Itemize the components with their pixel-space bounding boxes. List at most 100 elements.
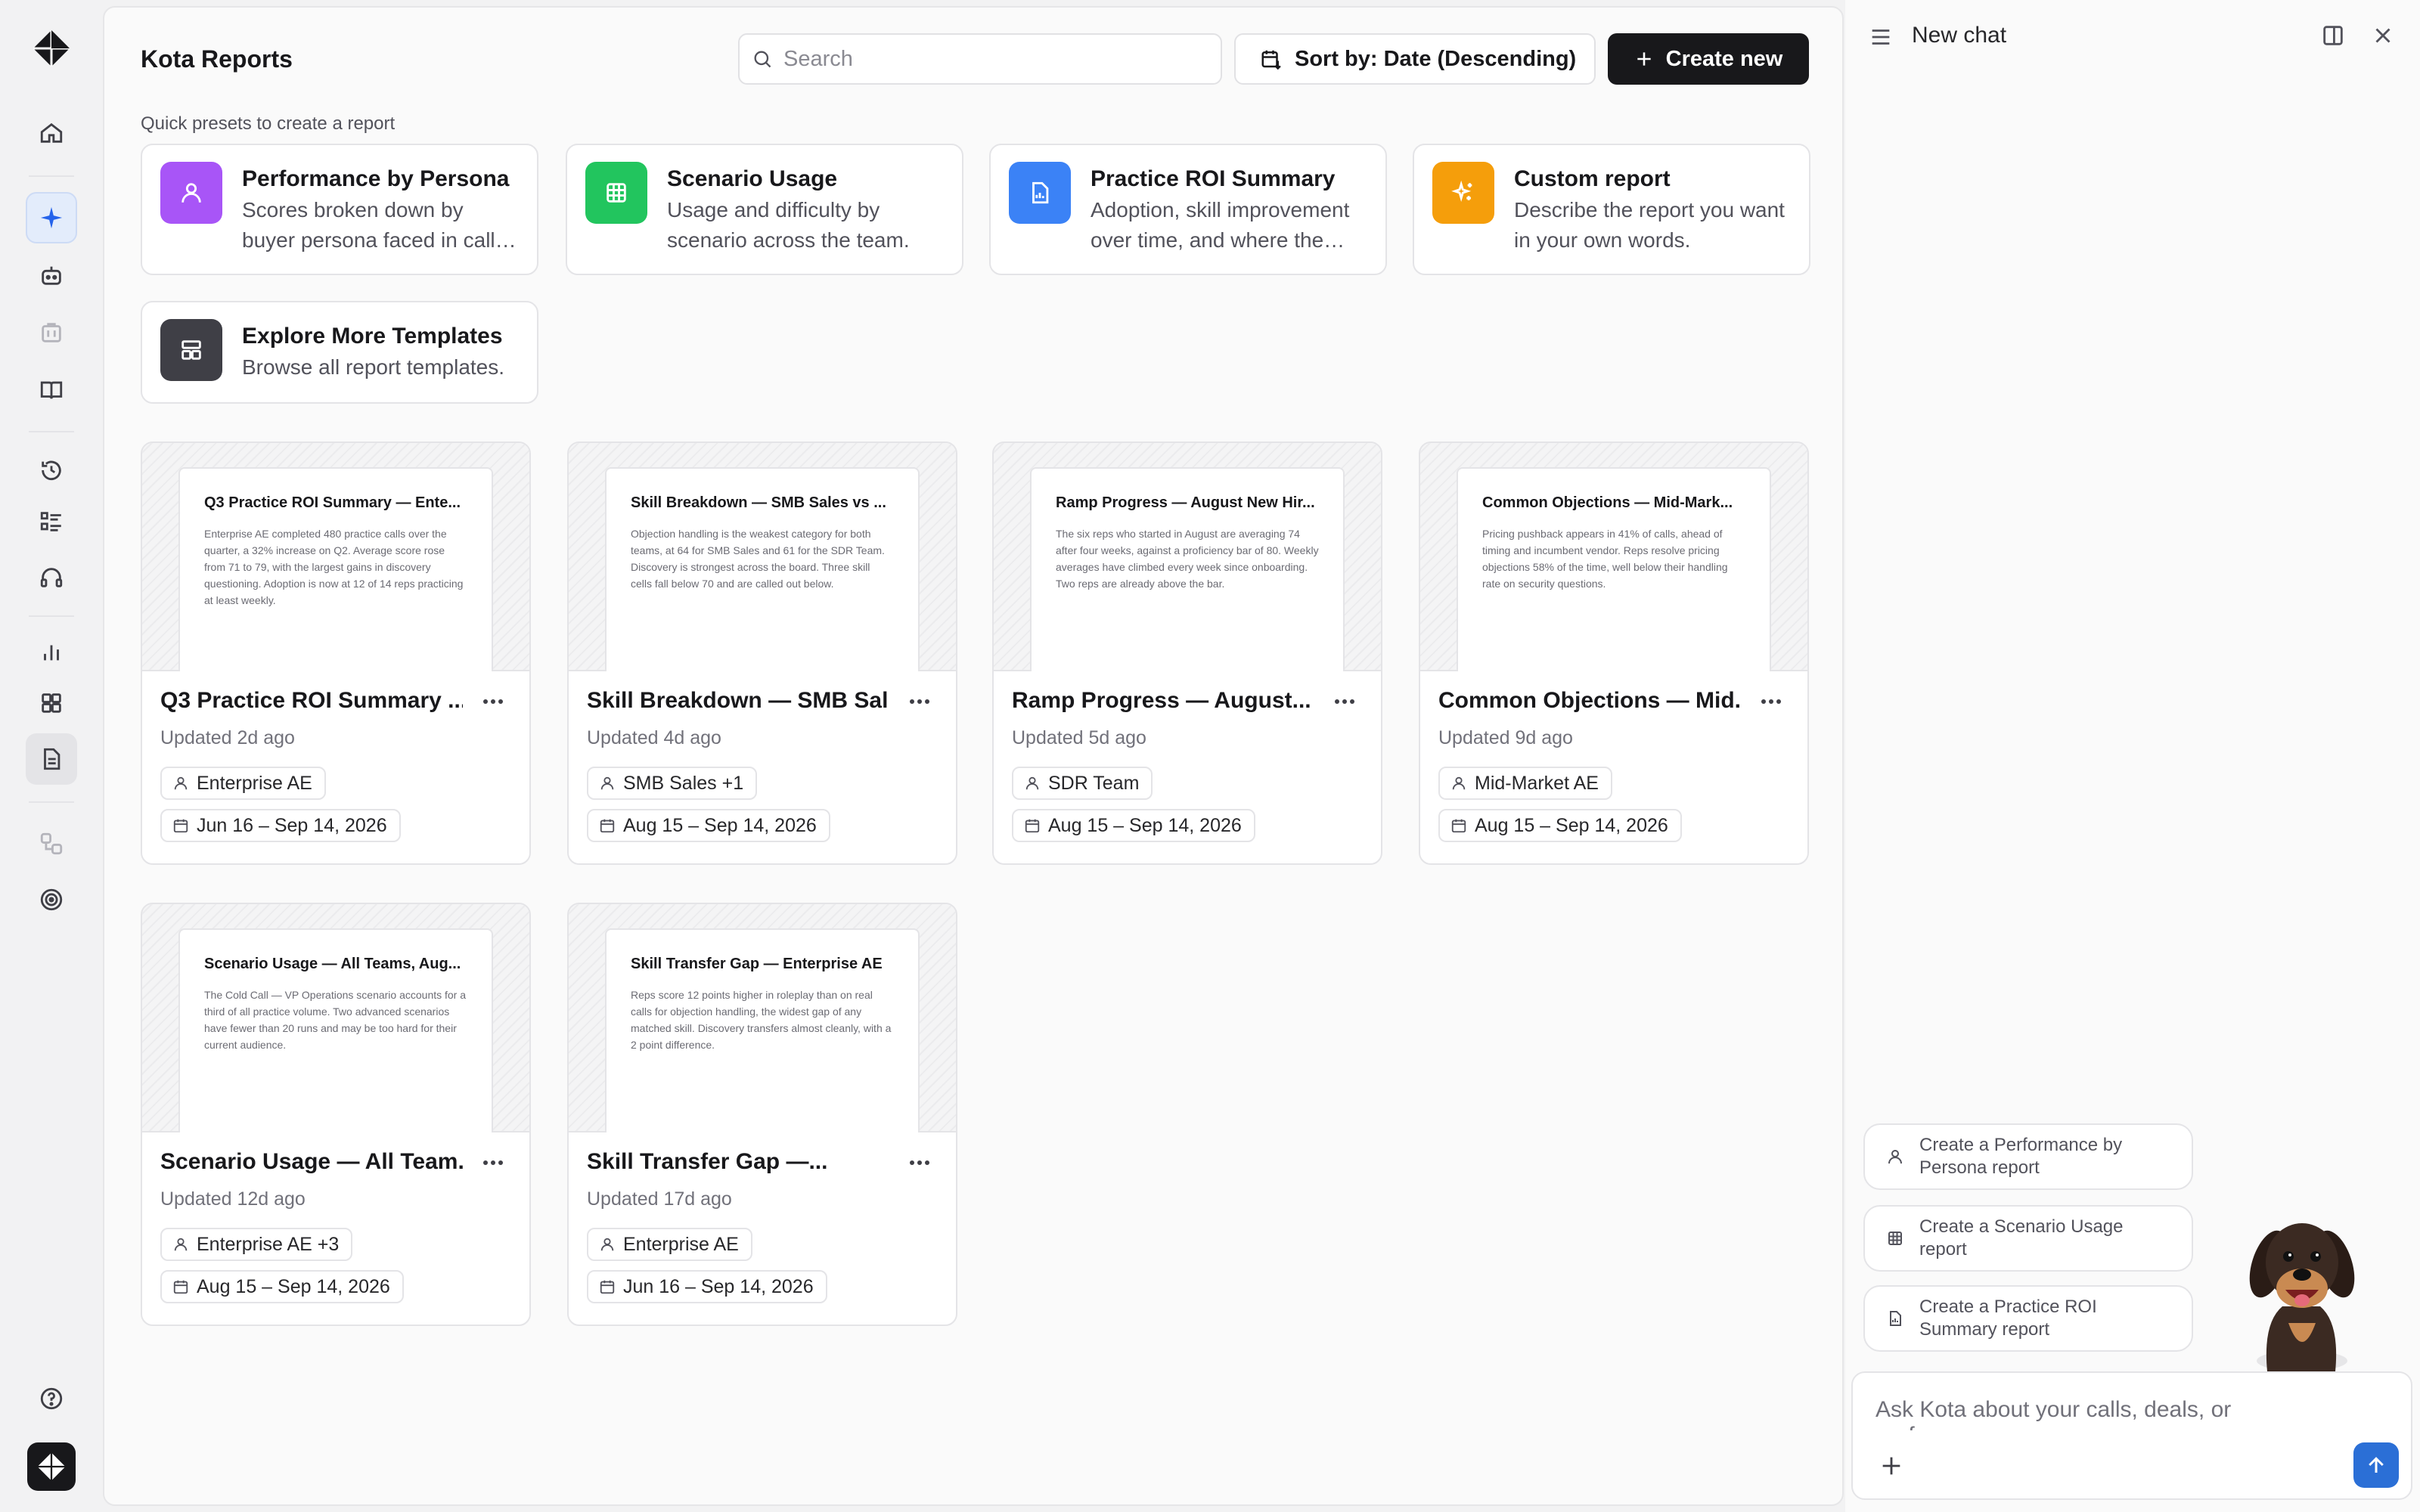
preset-explore-templates[interactable]: Explore More Templates Browse all report… [141, 301, 538, 404]
rail-divider [29, 615, 74, 617]
help-icon[interactable] [26, 1373, 77, 1424]
headset-icon[interactable] [26, 552, 77, 603]
user-icon [1025, 776, 1039, 790]
page-title: Kota Reports [141, 45, 293, 73]
integrations-icon[interactable] [26, 818, 77, 869]
suggestion-text: Create a Performance by Persona report [1919, 1135, 2123, 1178]
report-title: Skill Transfer Gap —... [587, 1149, 828, 1174]
more-options-icon[interactable] [1756, 686, 1786, 717]
calendar-icon [600, 1280, 615, 1294]
reports-icon[interactable] [26, 733, 77, 785]
user-icon [600, 1238, 614, 1251]
report-title: Ramp Progress — August... [1012, 688, 1311, 713]
preview-title: Skill Transfer Gap — Enterprise AE [631, 956, 883, 972]
preset-description: Browse all report templates. [242, 355, 505, 379]
search-icon [754, 51, 771, 68]
preset-scenario-usage[interactable]: Scenario Usage Usage and difficulty by s… [566, 144, 963, 275]
suggestion-chip[interactable]: Create a Scenario Usage report [1863, 1205, 2193, 1272]
report-card[interactable]: Skill Transfer Gap — Enterprise AE Reps … [567, 903, 957, 1326]
menu-icon[interactable] [1868, 24, 1894, 54]
preset-practice-roi-summary[interactable]: Practice ROI Summary Adoption, skill imp… [989, 144, 1387, 275]
target-icon[interactable] [26, 874, 77, 925]
panel-toggle-icon[interactable] [2320, 23, 2346, 52]
preset-description: Adoption, skill improvement over time, a… [1091, 198, 1350, 252]
report-title: Q3 Practice ROI Summary ... [160, 688, 463, 713]
report-thumbnail: Scenario Usage — All Teams, Aug... The C… [142, 904, 529, 1132]
document-icon [1890, 1311, 1901, 1326]
create-new-button[interactable]: Create new [1608, 33, 1809, 85]
report-thumbnail: Q3 Practice ROI Summary — Ente... Enterp… [142, 443, 529, 671]
add-attachment-icon[interactable] [1879, 1453, 1904, 1483]
sort-label: Sort by: Date (Descending) [1295, 46, 1577, 71]
history-icon[interactable] [26, 445, 77, 496]
workspace-logo-icon[interactable] [27, 1442, 76, 1491]
preset-title: Practice ROI Summary [1091, 166, 1336, 191]
book-open-icon[interactable] [26, 364, 77, 416]
suggestion-chip[interactable]: Create a Practice ROI Summary report [1863, 1285, 2193, 1352]
preset-title: Scenario Usage [667, 166, 838, 191]
persona-label: Mid-Market AE [1475, 772, 1599, 794]
preset-title: Performance by Persona [242, 166, 510, 191]
more-options-icon[interactable] [1329, 686, 1360, 717]
persona-badge: Enterprise AE [587, 1228, 752, 1261]
kota-logo-icon[interactable] [30, 27, 73, 70]
search-input[interactable] [783, 46, 1207, 72]
more-options-icon[interactable] [478, 1148, 508, 1178]
date-range-label: Jun 16 – Sep 14, 2026 [197, 814, 387, 836]
user-icon [160, 162, 222, 224]
report-preview-document: Common Objections — Mid-Mark... Pricing … [1457, 467, 1771, 671]
date-range-label: Aug 15 – Sep 14, 2026 [197, 1275, 390, 1297]
more-options-icon[interactable] [904, 686, 935, 717]
report-title: Common Objections — Mid... [1438, 688, 1741, 713]
dog-mascot-icon[interactable] [2229, 1210, 2363, 1373]
chat-input[interactable] [1876, 1397, 2375, 1430]
calendar-icon [600, 819, 615, 833]
report-updated: Updated 2d ago [160, 727, 295, 748]
home-icon[interactable] [26, 107, 77, 159]
preset-custom-report[interactable]: Custom report Describe the report you wa… [1413, 144, 1810, 275]
send-button[interactable] [2353, 1442, 2399, 1488]
preset-performance-by-persona[interactable]: Performance by Persona Scores broken dow… [141, 144, 538, 275]
grid-table-icon [1888, 1232, 1902, 1245]
persona-label: Enterprise AE [623, 1233, 739, 1255]
date-range-badge: Aug 15 – Sep 14, 2026 [1438, 809, 1682, 842]
report-card[interactable]: Q3 Practice ROI Summary — Ente... Enterp… [141, 442, 531, 865]
ai-sparkle-icon[interactable] [26, 192, 77, 243]
report-card[interactable]: Scenario Usage — All Teams, Aug... The C… [141, 903, 531, 1326]
bar-chart-icon[interactable] [26, 626, 77, 677]
close-icon[interactable] [2370, 23, 2396, 52]
report-updated: Updated 9d ago [1438, 727, 1573, 748]
date-range-label: Aug 15 – Sep 14, 2026 [1475, 814, 1668, 836]
report-preview-document: Ramp Progress — August New Hir... The si… [1030, 467, 1345, 671]
preview-title: Skill Breakdown — SMB Sales vs ... [631, 494, 886, 511]
date-range-badge: Aug 15 – Sep 14, 2026 [587, 809, 830, 842]
dashboard-grid-icon[interactable] [26, 677, 77, 729]
report-preview-document: Q3 Practice ROI Summary — Ente... Enterp… [178, 467, 493, 671]
persona-label: SDR Team [1048, 772, 1140, 794]
report-title: Scenario Usage — All Team... [160, 1149, 463, 1174]
persona-badge: SDR Team [1012, 767, 1153, 800]
rail-divider [29, 801, 74, 803]
report-updated: Updated 5d ago [1012, 727, 1146, 748]
checklist-icon[interactable] [26, 496, 77, 547]
more-options-icon[interactable] [478, 686, 508, 717]
bot-icon[interactable] [26, 249, 77, 301]
report-preview-document: Scenario Usage — All Teams, Aug... The C… [178, 928, 493, 1132]
more-options-icon[interactable] [904, 1148, 935, 1178]
persona-badge: Enterprise AE +3 [160, 1228, 353, 1261]
building-icon[interactable] [26, 307, 77, 358]
report-card[interactable]: Common Objections — Mid-Mark... Pricing … [1419, 442, 1809, 865]
suggestion-chip[interactable]: Create a Performance by Persona report [1863, 1123, 2193, 1190]
report-card[interactable]: Ramp Progress — August New Hir... The si… [992, 442, 1382, 865]
sort-button[interactable]: Sort by: Date (Descending) [1234, 33, 1596, 85]
date-range-badge: Jun 16 – Sep 14, 2026 [160, 809, 401, 842]
user-icon [1452, 776, 1466, 790]
reports-main-panel: Kota Reports Sort by: Date (Descending) … [103, 6, 1844, 1506]
chat-composer [1851, 1371, 2412, 1500]
left-nav-rail [0, 0, 103, 1512]
rail-divider [29, 431, 74, 432]
report-card[interactable]: Skill Breakdown — SMB Sales vs ... Objec… [567, 442, 957, 865]
sparkles-icon [1432, 162, 1494, 224]
search-box[interactable] [738, 33, 1222, 85]
user-icon [600, 776, 614, 790]
